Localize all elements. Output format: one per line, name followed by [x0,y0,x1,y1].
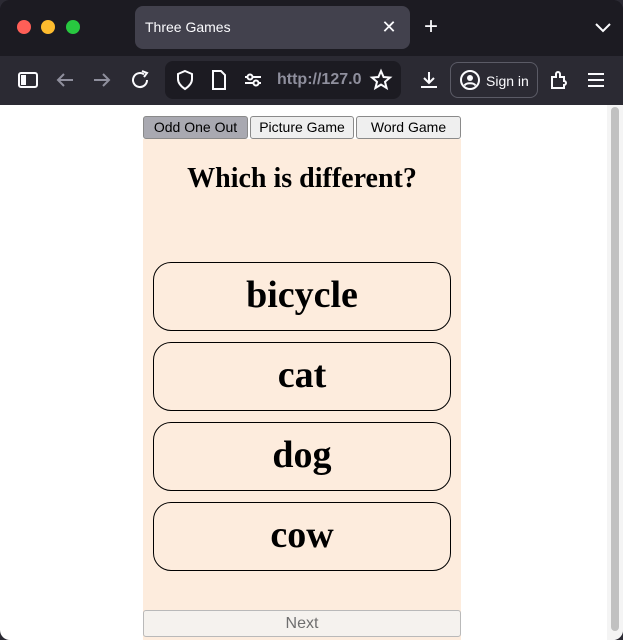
scrollbar-thumb[interactable] [611,107,619,631]
permissions-icon[interactable] [241,68,265,92]
option-button-3[interactable]: dog [153,422,451,491]
maximize-window-button[interactable] [66,20,80,34]
tab-picture-game[interactable]: Picture Game [250,116,354,139]
minimize-window-button[interactable] [41,20,55,34]
forward-icon[interactable] [90,68,114,92]
page-content: Odd One Out Picture Game Word Game Which… [0,105,623,640]
back-icon[interactable] [53,68,77,92]
tab-title: Three Games [145,19,231,35]
browser-window: Three Games ✕ + http://127.0 Sign in Odd… [0,0,623,640]
tab-word-game[interactable]: Word Game [356,116,461,139]
sign-in-button[interactable]: Sign in [450,62,538,98]
option-button-4[interactable]: cow [153,502,451,571]
next-button[interactable]: Next [143,610,461,637]
extensions-icon[interactable] [547,68,571,92]
new-tab-icon[interactable]: + [418,14,444,40]
account-icon [458,68,482,92]
url-bar[interactable]: http://127.0 [165,61,401,99]
url-text[interactable]: http://127.0 [277,71,367,89]
download-icon[interactable] [417,68,441,92]
bookmark-star-icon[interactable] [369,68,393,92]
page-icon[interactable] [207,68,231,92]
game-tabs: Odd One Out Picture Game Word Game [143,116,461,139]
close-window-button[interactable] [17,20,31,34]
shield-icon[interactable] [173,68,197,92]
browser-tab[interactable]: Three Games ✕ [135,6,410,49]
option-button-1[interactable]: bicycle [153,262,451,331]
scrollbar[interactable] [607,105,623,640]
tab-bar: Three Games ✕ + [0,0,623,56]
sign-in-label: Sign in [486,73,529,89]
sidebar-icon[interactable] [16,68,40,92]
navigation-toolbar: http://127.0 Sign in [0,56,623,105]
chevron-down-icon[interactable] [591,14,615,40]
game-panel: Which is different? bicycle cat dog cow [143,139,461,640]
reload-icon[interactable] [128,68,152,92]
close-tab-icon[interactable]: ✕ [378,16,400,38]
question-heading: Which is different? [187,163,417,194]
tab-odd-one-out[interactable]: Odd One Out [143,116,248,139]
menu-icon[interactable] [584,68,608,92]
option-button-2[interactable]: cat [153,342,451,411]
